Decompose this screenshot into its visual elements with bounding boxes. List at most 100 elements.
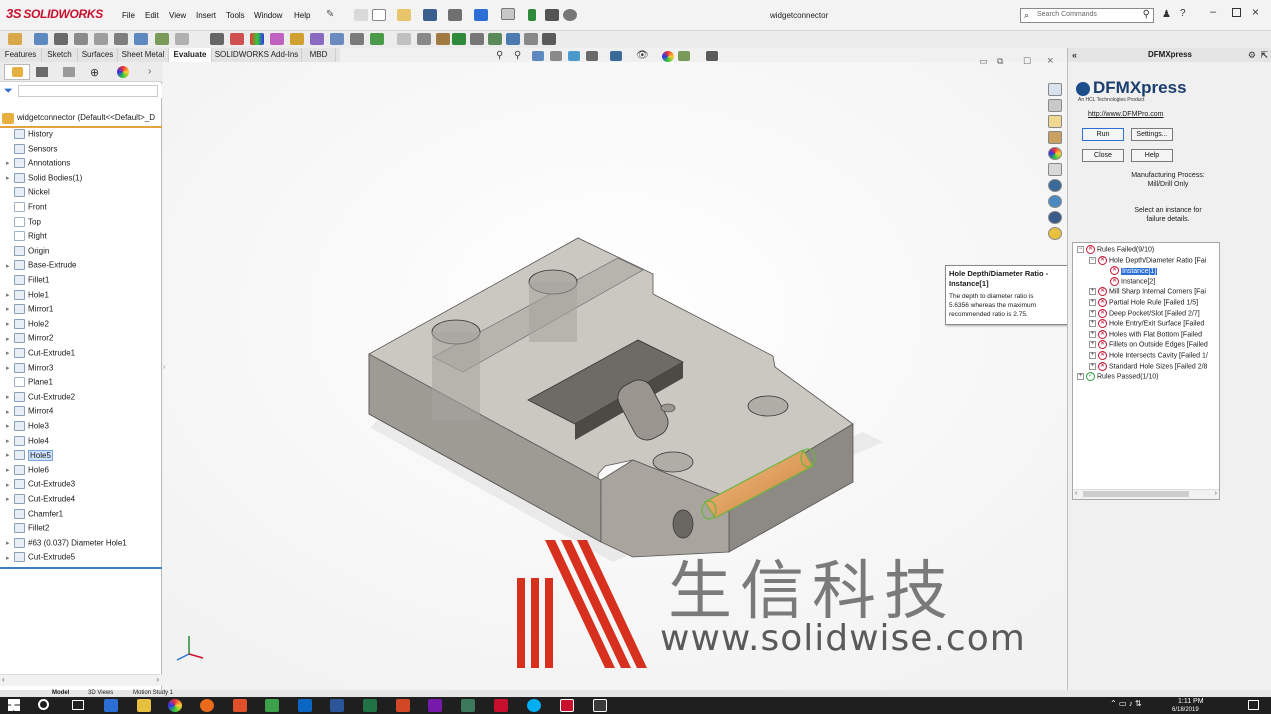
user-icon[interactable]: ♟ [1162,9,1171,20]
viewport-tile-icon[interactable]: ⧉ [997,56,1003,67]
rebuild-icon[interactable] [528,9,536,21]
outlook-icon[interactable] [298,699,312,712]
solidworks-resources-icon[interactable] [1048,83,1062,96]
windows-start-icon[interactable] [8,699,20,711]
onenote-icon[interactable] [428,699,442,712]
rules-scroll-right-icon[interactable]: › [1215,490,1217,497]
expand-icon[interactable]: + [1089,352,1096,359]
powerpoint-icon[interactable] [396,699,410,712]
tree-item[interactable]: ▸ Hole3 [6,421,49,435]
rule-item[interactable]: + ✕ Partial Hole Rule [Failed 1/5] [1089,298,1198,308]
camtasia-icon[interactable] [265,699,279,712]
check-active-document-icon[interactable] [397,33,411,45]
restore-icon[interactable] [1232,8,1241,17]
appearances-icon[interactable] [1048,147,1062,160]
costing-icon[interactable] [488,33,502,45]
dynamic-annotation-icon[interactable] [568,51,580,61]
snagit-icon[interactable] [233,699,247,712]
tree-item[interactable]: ▸ Cut-Extrude2 [6,391,75,406]
sensor-icon[interactable] [114,33,128,45]
file-explorer-icon[interactable] [1048,115,1062,128]
expand-icon[interactable]: + [1089,362,1096,370]
panel-expand-icon[interactable]: « [1072,48,1077,62]
menu-insert[interactable]: Insert [196,11,216,20]
tree-item[interactable]: ▸ Mirror2 [6,333,53,347]
tree-item[interactable]: Right [6,231,47,245]
save-icon[interactable] [423,9,437,21]
excel-icon[interactable] [363,699,377,712]
expand-arrow-icon[interactable]: ▸ [6,481,14,489]
notifications-icon[interactable] [1248,700,1259,710]
geometry-analysis-icon[interactable] [175,33,189,45]
skype-icon[interactable] [527,699,541,712]
help-icon[interactable]: ? [1180,8,1186,19]
rule-item[interactable]: ✕ Instance[2] [1101,276,1155,287]
zoom-to-area-icon[interactable]: ⚲ [514,50,521,61]
dimxpert-manager-tab-icon[interactable]: ⊕ [90,66,99,79]
tab-3d-views[interactable]: 3D Views [88,690,113,696]
design-check-icon[interactable] [8,33,22,45]
configuration-manager-tab-icon[interactable] [63,67,75,77]
tree-item[interactable]: Fillet2 [6,523,49,537]
menu-tools[interactable]: Tools [226,11,245,20]
tree-item[interactable]: ▸ Cut-Extrude1 [6,348,75,362]
rollback-bar[interactable] [0,567,162,569]
search-scope-icon[interactable]: ⌕ [1024,10,1029,21]
tab-surfaces[interactable]: Surfaces [78,48,118,62]
app-taskbar-icon[interactable] [461,699,475,712]
menu-help[interactable]: Help [294,11,310,20]
viewport-minimize-icon[interactable]: ▭ [979,56,988,67]
expand-icon[interactable]: + [1089,330,1096,338]
tree-item[interactable]: ▸ Mirror1 [6,304,53,318]
home-icon[interactable] [354,9,368,21]
chevron-right-icon[interactable]: › [148,66,151,77]
curvature-icon[interactable] [250,33,264,45]
custom-properties-icon[interactable] [1048,163,1062,176]
chrome-icon[interactable] [168,699,182,712]
simulation-xpress-icon[interactable] [417,33,431,45]
tab-evaluate[interactable]: Evaluate [169,48,212,62]
solidworks-2019-icon[interactable] [494,699,508,712]
word-icon[interactable] [330,699,344,712]
tree-item[interactable]: Fillet1 [6,275,49,289]
tree-item[interactable]: Plane1 [6,377,53,391]
close-window-icon[interactable]: × [1252,5,1259,19]
tab-solidworks-addins[interactable]: SOLIDWORKS Add-Ins [212,48,302,62]
settings-button[interactable]: Settings... [1131,128,1173,141]
print-icon[interactable] [448,9,462,21]
tree-item[interactable]: ▸ Cut-Extrude4 [6,494,75,508]
compare-icon[interactable] [370,33,384,45]
tree-item[interactable]: ▸ Mirror3 [6,362,53,377]
expand-icon[interactable]: + [1089,288,1096,296]
dfmxpress-icon[interactable] [452,33,466,45]
expand-arrow-icon[interactable]: ▸ [6,262,14,270]
expand-arrow-icon[interactable]: ▸ [6,174,14,182]
filter-icon[interactable]: ⏷ [4,85,13,98]
expand-arrow-icon[interactable]: ▸ [6,539,14,547]
dfm-globe-icon[interactable] [1048,211,1062,224]
scroll-right-icon[interactable]: › [156,675,159,684]
solidworks-active-icon[interactable] [560,699,574,712]
rule-item[interactable]: + ✓ Rules Passed(1/10) [1077,372,1158,382]
section-view-icon[interactable] [550,51,562,61]
tree-item[interactable]: ▸ Solid Bodies(1) [6,172,82,187]
expand-icon[interactable]: + [1089,309,1096,317]
property-manager-tab-icon[interactable] [36,67,48,77]
solidworks-logo[interactable]: 3S SOLIDWORKS [6,6,103,21]
tree-item[interactable]: ▸ Cut-Extrude5 [6,552,75,566]
zebra-stripes-icon[interactable] [230,33,244,45]
3d-content-icon[interactable] [1048,195,1062,208]
expand-arrow-icon[interactable]: ▸ [6,305,14,313]
search-commands-input[interactable]: Search Commands ⌕ ⚲ [1020,8,1154,23]
zoom-to-fit-icon[interactable]: ⚲ [496,50,503,61]
rule-item[interactable]: + ✕ Deep Pocket/Slot [Failed 2/7] [1089,308,1200,319]
file-properties-icon[interactable] [545,9,559,21]
close-button[interactable]: Close [1082,149,1124,162]
tab-sketch[interactable]: Sketch [42,48,78,62]
display-style-icon[interactable] [610,51,622,61]
view-orientation-icon[interactable] [586,51,598,61]
tree-horizontal-scrollbar[interactable]: ‹ › [0,674,162,686]
options-gear-icon[interactable] [563,9,577,21]
tree-item[interactable]: Sensors [6,143,57,158]
edit-appearance-icon[interactable] [662,51,674,62]
